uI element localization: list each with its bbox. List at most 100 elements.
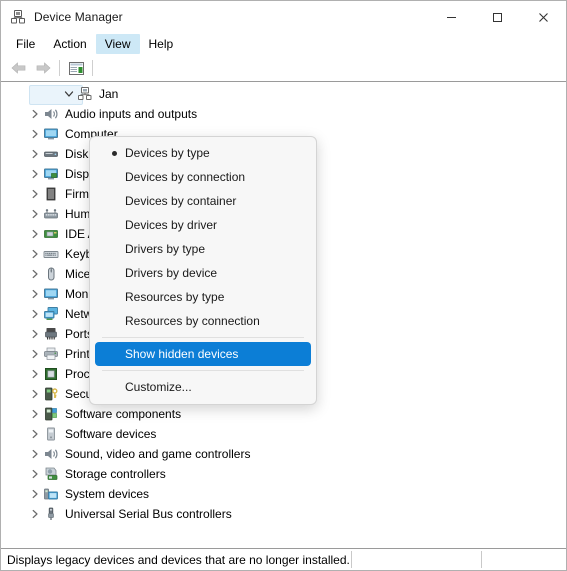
view-dropdown-menu: Devices by type Devices by connection De… [89, 136, 317, 405]
tree-item-audio[interactable]: Audio inputs and outputs [1, 104, 566, 124]
expander-icon[interactable] [27, 186, 43, 202]
expander-icon[interactable] [27, 126, 43, 142]
expander-icon[interactable] [27, 346, 43, 362]
expander-icon[interactable] [27, 386, 43, 402]
tree-item-sound-video-game[interactable]: Sound, video and game controllers [1, 444, 566, 464]
menu-item-customize[interactable]: Customize... [95, 375, 311, 399]
menu-item-label: Devices by type [125, 146, 210, 160]
radio-bullet-icon [103, 150, 125, 156]
menu-view[interactable]: View [95, 34, 140, 54]
status-separator-2 [481, 551, 482, 568]
tree-item-software-devices[interactable]: Software devices [1, 424, 566, 444]
tree-item-system-devices[interactable]: System devices [1, 484, 566, 504]
menu-bar: File Action View Help [1, 33, 566, 55]
menu-item-devices-by-container[interactable]: Devices by container [95, 189, 311, 213]
root-expander-icon[interactable] [61, 86, 77, 102]
tree-item-label: Audio inputs and outputs [65, 107, 198, 121]
status-bar: Displays legacy devices and devices that… [1, 548, 566, 570]
toolbar [1, 55, 566, 82]
device-manager-window: Device Manager File Action View Help Jan… [0, 0, 567, 571]
device-manager-icon [10, 9, 26, 25]
expander-icon[interactable] [27, 106, 43, 122]
expander-icon[interactable] [27, 306, 43, 322]
ide-controller-icon [43, 226, 61, 242]
mouse-icon [43, 266, 61, 282]
content-area: Jan Audio inputs and outputs Computer Di… [1, 82, 566, 548]
menu-action[interactable]: Action [44, 34, 95, 54]
menu-item-label: Drivers by type [125, 242, 206, 256]
expander-icon[interactable] [27, 246, 43, 262]
toolbar-separator [59, 60, 60, 76]
menu-item-label: Show hidden devices [125, 347, 239, 361]
expander-icon[interactable] [27, 506, 43, 522]
expander-icon[interactable] [27, 486, 43, 502]
tree-item-label: System devices [65, 487, 150, 501]
port-icon [43, 326, 61, 342]
toolbar-separator-2 [92, 60, 93, 76]
menu-separator [102, 337, 304, 338]
menu-item-drivers-by-device[interactable]: Drivers by device [95, 261, 311, 285]
menu-item-devices-by-type[interactable]: Devices by type [95, 141, 311, 165]
network-adapter-icon [43, 306, 61, 322]
menu-separator-2 [102, 370, 304, 371]
computer-icon [77, 86, 95, 102]
menu-item-label: Drivers by device [125, 266, 218, 280]
menu-help[interactable]: Help [140, 34, 183, 54]
expander-icon[interactable] [27, 166, 43, 182]
tree-item-software-components[interactable]: Software components [1, 404, 566, 424]
expander-icon[interactable] [27, 446, 43, 462]
expander-icon[interactable] [27, 286, 43, 302]
menu-item-devices-by-connection[interactable]: Devices by connection [95, 165, 311, 189]
back-arrow-icon[interactable] [7, 57, 31, 79]
menu-file[interactable]: File [7, 34, 44, 54]
expander-icon[interactable] [27, 226, 43, 242]
speaker-icon [43, 106, 61, 122]
speaker-icon [43, 446, 61, 462]
menu-item-label: Resources by type [125, 290, 225, 304]
menu-item-resources-by-type[interactable]: Resources by type [95, 285, 311, 309]
security-device-icon [43, 386, 61, 402]
menu-item-drivers-by-type[interactable]: Drivers by type [95, 237, 311, 261]
expander-icon[interactable] [27, 406, 43, 422]
expander-icon[interactable] [27, 466, 43, 482]
display-adapter-icon [43, 166, 61, 182]
menu-item-label: Customize... [125, 380, 192, 394]
tree-item-usb-controllers[interactable]: Universal Serial Bus controllers [1, 504, 566, 524]
firmware-icon [43, 186, 61, 202]
tree-item-label: Universal Serial Bus controllers [65, 507, 232, 521]
expander-icon[interactable] [27, 266, 43, 282]
menu-item-resources-by-connection[interactable]: Resources by connection [95, 309, 311, 333]
caption-buttons [428, 1, 566, 33]
tree-item-storage-controllers[interactable]: Storage controllers [1, 464, 566, 484]
storage-controller-icon [43, 466, 61, 482]
printer-icon [43, 346, 61, 362]
expander-icon[interactable] [27, 426, 43, 442]
system-device-icon [43, 486, 61, 502]
tree-root-jan[interactable]: Jan [1, 84, 566, 105]
forward-arrow-icon[interactable] [31, 57, 55, 79]
software-component-icon [43, 406, 61, 422]
menu-item-label: Devices by connection [125, 170, 246, 184]
expander-icon[interactable] [27, 146, 43, 162]
expander-icon[interactable] [27, 206, 43, 222]
menu-item-label: Resources by connection [125, 314, 260, 328]
keyboard-icon [43, 246, 61, 262]
software-device-icon [43, 426, 61, 442]
close-button[interactable] [520, 1, 566, 33]
title-bar: Device Manager [1, 1, 566, 33]
maximize-button[interactable] [474, 1, 520, 33]
monitor-icon [43, 126, 61, 142]
minimize-button[interactable] [428, 1, 474, 33]
hid-icon [43, 206, 61, 222]
menu-item-show-hidden-devices[interactable]: Show hidden devices [95, 342, 311, 366]
expander-icon[interactable] [27, 326, 43, 342]
properties-icon[interactable] [64, 57, 88, 79]
menu-item-label: Devices by driver [125, 218, 218, 232]
expander-icon[interactable] [27, 366, 43, 382]
status-separator-1 [351, 551, 352, 568]
status-text: Displays legacy devices and devices that… [7, 552, 350, 567]
tree-root-label: Jan [99, 87, 119, 101]
menu-item-devices-by-driver[interactable]: Devices by driver [95, 213, 311, 237]
tree-item-label: Software devices [65, 427, 157, 441]
tree-item-label: Software components [65, 407, 182, 421]
